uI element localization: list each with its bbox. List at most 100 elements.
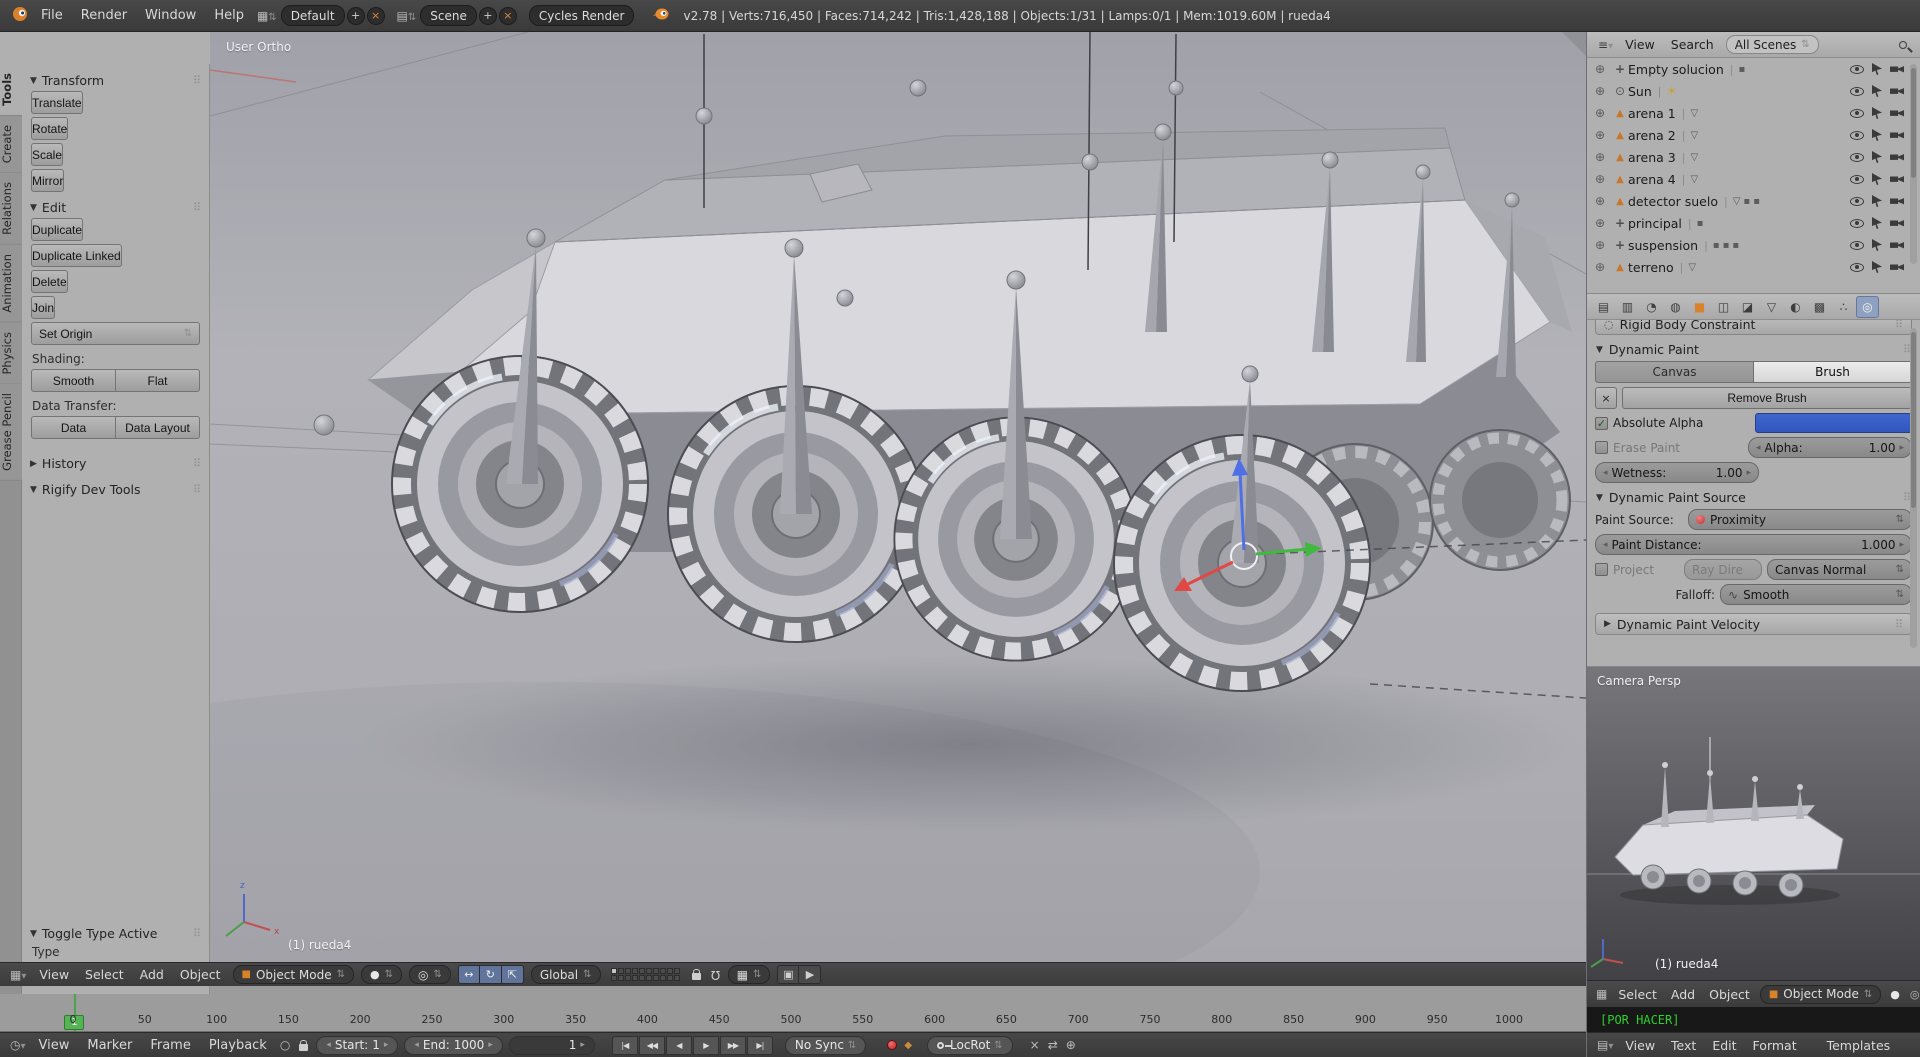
layer-cell[interactable] <box>632 968 638 974</box>
data-layout-button[interactable]: Data Layout <box>116 416 200 439</box>
remove-brush-x-icon[interactable]: × <box>1595 387 1617 409</box>
rotate-button[interactable]: Rotate <box>31 117 68 140</box>
toolshelf-tab-create[interactable]: Create <box>0 116 22 173</box>
renderability-camera-icon[interactable] <box>1890 219 1904 228</box>
properties-scrollbar[interactable] <box>1910 328 1917 648</box>
expand-icon[interactable]: ⊕ <box>1595 194 1612 208</box>
selectability-cursor-icon[interactable] <box>1872 129 1882 141</box>
screen-layout-selector[interactable]: Default <box>281 5 345 26</box>
renderability-camera-icon[interactable] <box>1890 197 1904 206</box>
pivot-point-dropdown[interactable]: ◎⇅ <box>409 965 451 984</box>
selectability-cursor-icon[interactable] <box>1872 107 1882 119</box>
properties-tab-physics[interactable]: ◎ <box>1856 296 1879 318</box>
snap-element-dropdown[interactable]: ▦⇅ <box>728 965 771 984</box>
visibility-eye-icon[interactable] <box>1850 87 1864 96</box>
menu-format[interactable]: Format <box>1745 1038 1805 1053</box>
wetness-slider[interactable]: ◂Wetness:1.00▸ <box>1595 462 1759 483</box>
auto-keyframe-icon[interactable] <box>887 1040 897 1050</box>
sync-dropdown[interactable]: No Sync⇅ <box>785 1036 866 1055</box>
canvas-normal-dropdown[interactable]: Canvas Normal⇅ <box>1767 559 1912 580</box>
opengl-render-icon[interactable]: ▣ <box>777 965 799 984</box>
add-layout-button[interactable]: + <box>347 7 365 25</box>
viewport-shading-dropdown[interactable]: ●⇅ <box>361 965 402 984</box>
history-panel-header[interactable]: ▶History⠿ <box>30 456 201 471</box>
alpha-slider[interactable]: ◂Alpha:1.00▸ <box>1748 437 1912 458</box>
toolshelf-tab-animation[interactable]: Animation <box>0 245 22 323</box>
properties-tab-render-layers[interactable]: ▥ <box>1616 296 1639 318</box>
renderability-camera-icon[interactable] <box>1890 109 1904 118</box>
camera-preview-viewport[interactable]: Camera Persp (1) rueda4 ▦ SelectAddObjec… <box>1587 667 1920 1007</box>
toolshelf-tab-relations[interactable]: Relations <box>0 173 22 245</box>
erase-paint-checkbox[interactable] <box>1595 441 1608 454</box>
layer-cell[interactable] <box>646 975 652 981</box>
viewport-3d[interactable]: x z User Ortho (1) rueda4 <box>210 32 1586 962</box>
scale-button[interactable]: Scale <box>31 143 63 166</box>
layer-cell[interactable] <box>639 968 645 974</box>
preview-range-icon[interactable]: ○ <box>276 1038 294 1052</box>
menu-window[interactable]: Window <box>136 8 205 23</box>
selectability-cursor-icon[interactable] <box>1872 85 1882 97</box>
display-mode-dropdown[interactable]: All Scenes⇅ <box>1726 35 1819 54</box>
menu-search[interactable]: Search <box>1663 37 1722 52</box>
panel-grip-icon[interactable]: ⠿ <box>1895 320 1903 331</box>
renderability-camera-icon[interactable] <box>1890 65 1904 74</box>
camera-preview-canvas[interactable] <box>1587 667 1920 980</box>
current-frame-field[interactable]: 1▸ <box>509 1036 595 1055</box>
outliner-scrollbar[interactable] <box>1910 64 1917 264</box>
menu-view[interactable]: View <box>1617 1038 1663 1053</box>
editor-type-icon[interactable]: ◷▾ <box>6 1038 30 1052</box>
outliner-item-empty-solucion[interactable]: ⊕+Empty solucion|▪ <box>1587 58 1920 80</box>
visibility-eye-icon[interactable] <box>1850 153 1864 162</box>
clear-keying-set-icon[interactable]: × <box>1026 1038 1044 1052</box>
shading-smooth-button[interactable]: Smooth <box>31 369 116 392</box>
visibility-eye-icon[interactable] <box>1850 241 1864 250</box>
jump-to-end-icon[interactable]: ▶| <box>747 1036 773 1055</box>
outliner-item-arena-2[interactable]: ⊕▲arena 2|▽ <box>1587 124 1920 146</box>
end-frame-field[interactable]: ◂End:1000▸ <box>404 1036 502 1055</box>
render-engine-selector[interactable]: Cycles Render <box>529 5 635 26</box>
selectability-cursor-icon[interactable] <box>1872 173 1882 185</box>
layer-cell[interactable] <box>667 968 673 974</box>
properties-tab-world[interactable]: ◍ <box>1664 296 1687 318</box>
project-checkbox[interactable] <box>1595 563 1608 576</box>
keying-mode-icon[interactable]: ◆ <box>901 1040 915 1051</box>
outliner-item-arena-3[interactable]: ⊕▲arena 3|▽ <box>1587 146 1920 168</box>
mirror-button[interactable]: Mirror <box>31 169 64 192</box>
properties-tab-data[interactable]: ▽ <box>1760 296 1783 318</box>
menu-select[interactable]: Select <box>1611 987 1664 1002</box>
editor-type-icon[interactable]: ▦▾ <box>6 968 30 982</box>
selectability-cursor-icon[interactable] <box>1872 63 1882 75</box>
scale-manipulator-icon[interactable]: ⇱ <box>502 965 524 984</box>
renderability-camera-icon[interactable] <box>1890 131 1904 140</box>
outliner-item-detector-suelo[interactable]: ⊕▲detector suelo|▽▪▪ <box>1587 190 1920 212</box>
outliner-item-principal[interactable]: ⊕+principal|▪ <box>1587 212 1920 234</box>
paint-color-field[interactable] <box>1755 413 1912 433</box>
orientation-dropdown[interactable]: Global⇅ <box>531 965 601 984</box>
menu-add[interactable]: Add <box>132 967 172 982</box>
paint-distance-slider[interactable]: ◂Paint Distance:1.000▸ <box>1595 534 1912 555</box>
outliner-item-arena-4[interactable]: ⊕▲arena 4|▽ <box>1587 168 1920 190</box>
mode-dropdown[interactable]: ■Object Mode⇅ <box>233 965 354 984</box>
layer-cell[interactable] <box>653 968 659 974</box>
blender-app-icon[interactable] <box>8 6 32 25</box>
menu-object[interactable]: Object <box>172 967 229 982</box>
operator-panel-header[interactable]: ▼Toggle Type Active⠿ <box>30 926 201 941</box>
properties-tab-particles[interactable]: ∴ <box>1832 296 1855 318</box>
edit-panel-header[interactable]: ▼Edit⠿ <box>30 200 201 215</box>
menu-view[interactable]: View <box>31 967 77 982</box>
visibility-eye-icon[interactable] <box>1850 219 1864 228</box>
snap-magnet-icon[interactable]: Ω <box>707 968 724 982</box>
data-button[interactable]: Data <box>31 416 116 439</box>
layer-cell[interactable] <box>632 975 638 981</box>
toolshelf-tab-tools[interactable]: Tools <box>0 64 22 116</box>
transform-panel-header[interactable]: ▼Transform⠿ <box>30 73 201 88</box>
menu-templates[interactable]: Templates <box>1819 1038 1899 1053</box>
add-scene-button[interactable]: + <box>479 7 497 25</box>
properties-tab-texture[interactable]: ▩ <box>1808 296 1831 318</box>
selectability-cursor-icon[interactable] <box>1872 239 1882 251</box>
properties-tab-modifiers[interactable]: ◪ <box>1736 296 1759 318</box>
ray-direction-dropdown[interactable]: Ray Dire <box>1684 559 1762 580</box>
next-keyframe-icon[interactable]: ▶▶ <box>720 1036 746 1055</box>
layer-cell[interactable] <box>625 975 631 981</box>
menu-text[interactable]: Text <box>1663 1038 1704 1053</box>
